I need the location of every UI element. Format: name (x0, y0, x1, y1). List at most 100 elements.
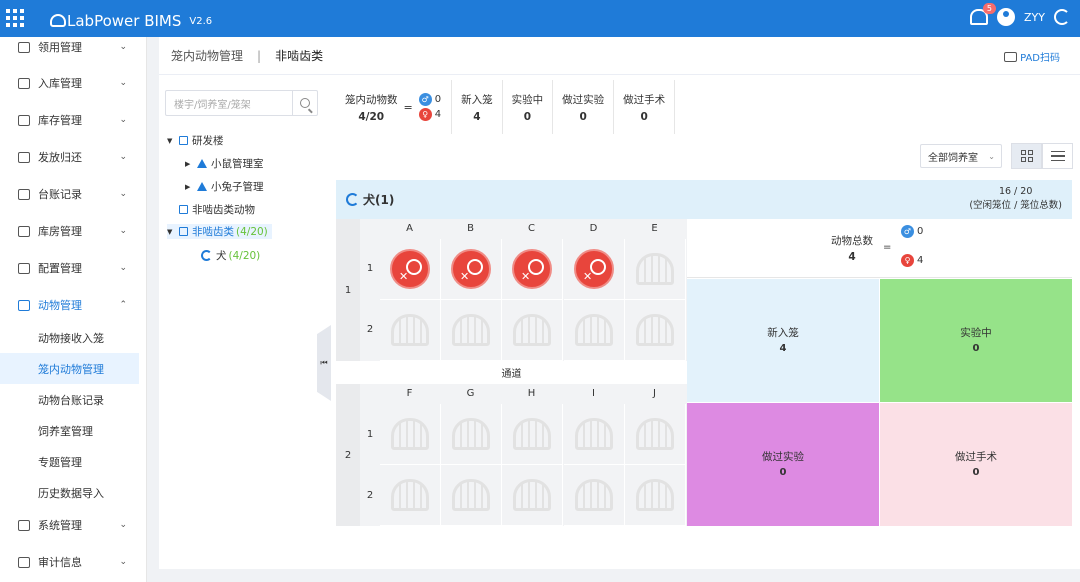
empty-cage-icon (452, 479, 490, 511)
cage-J1[interactable] (625, 404, 686, 465)
issue-icon (18, 151, 30, 163)
building-icon (179, 136, 188, 145)
tile-in-experiment[interactable]: 实验中 0 (880, 279, 1072, 402)
empty-cage-icon (513, 479, 551, 511)
tree-node-mouse-room[interactable]: ▶ 小鼠管理室 (185, 156, 264, 171)
search-icon (300, 98, 310, 108)
user-avatar-icon[interactable] (997, 8, 1016, 26)
col-label: D (589, 223, 598, 234)
tree-node-nonrodent-animal[interactable]: 非啮齿类动物 (179, 202, 255, 217)
apps-grid-icon[interactable] (6, 9, 24, 27)
tile-new[interactable]: 新入笼 4 (687, 279, 879, 402)
top-bar: LabPower BIMS V2.6 5 ZYY (0, 0, 1080, 37)
menu-ledger[interactable]: 台账记录 ⌄ (0, 176, 146, 212)
config-icon (18, 262, 30, 274)
rack-row-label: 1 (336, 219, 360, 361)
col-label: E (651, 223, 658, 234)
search-input[interactable]: 楼宇/饲养室/笼架 (166, 96, 292, 111)
user-name[interactable]: ZYY (1024, 11, 1045, 24)
caret-right-icon: ▶ (185, 159, 191, 168)
menu-warehouse[interactable]: 库房管理 ⌄ (0, 213, 146, 249)
col-label: I (592, 388, 595, 399)
female-animal-icon (574, 249, 614, 289)
tile-surgery[interactable]: 做过手术 0 (880, 403, 1072, 526)
chevron-down-icon: ⌄ (119, 557, 127, 567)
search-button[interactable] (292, 91, 317, 115)
collapse-panel-button[interactable]: ⏮ (317, 325, 331, 401)
empty-cage-icon (636, 253, 674, 285)
stat-new: 新入笼 4 (452, 80, 503, 134)
menu-requisition[interactable]: 领用管理 ⌄ (0, 37, 146, 65)
empty-cage-icon (575, 479, 613, 511)
submenu-animal-receive[interactable]: 动物接收入笼 (0, 322, 139, 353)
male-icon: ♂ (418, 93, 432, 106)
col-label: H (527, 388, 536, 399)
submenu-cage-animal[interactable]: 笼内动物管理 (0, 353, 139, 384)
room-select[interactable]: 全部饲养室 ⌄ (920, 144, 1002, 168)
rack-icon (179, 227, 188, 236)
grid-view-button[interactable] (1011, 143, 1042, 169)
building-icon (179, 205, 188, 214)
menu-inbound[interactable]: 入库管理 ⌄ (0, 65, 146, 101)
logout-icon[interactable] (1054, 9, 1070, 25)
cage-G2[interactable] (441, 465, 502, 526)
summary-gender: ♂ 0 ♀ 4 (901, 225, 923, 267)
cage-E2[interactable] (625, 300, 686, 361)
submenu-animal-ledger[interactable]: 动物台账记录 (0, 384, 139, 415)
tree-node-rabbit-room[interactable]: ▶ 小兔子管理 (185, 179, 264, 194)
message-icon[interactable]: 5 (970, 3, 997, 25)
empty-cage-icon (452, 314, 490, 346)
tree-node-building[interactable]: ▼ 研发楼 (167, 133, 224, 148)
dog-icon (346, 193, 359, 206)
submenu-history-import[interactable]: 历史数据导入 (0, 477, 139, 508)
cage-E1[interactable] (625, 239, 686, 300)
chevron-down-icon: ⌄ (119, 520, 127, 530)
warehouse-icon (18, 225, 30, 237)
cage-B1[interactable] (441, 239, 502, 300)
cage-D2[interactable] (564, 300, 625, 361)
submenu-feeding-room[interactable]: 饲养室管理 (0, 415, 139, 446)
ledger-icon (18, 188, 30, 200)
chevron-down-icon: ⌄ (988, 151, 995, 161)
list-view-button[interactable] (1042, 143, 1073, 169)
stat-surgery: 做过手术 0 (614, 80, 676, 134)
cage-row-label: 2 (366, 490, 374, 501)
menu-audit[interactable]: 审计信息 ⌄ (0, 544, 146, 580)
cage-H1[interactable] (502, 404, 563, 465)
cage-F2[interactable] (380, 465, 441, 526)
empty-cage-icon (452, 418, 490, 450)
tablet-icon (1004, 51, 1018, 62)
tree-node-nonrodent[interactable]: ▼ 非啮齿类 (4/20) (167, 224, 272, 239)
animal-icon (18, 299, 30, 311)
pad-scan-button[interactable]: PAD扫码 (1004, 49, 1060, 64)
tree-node-dog[interactable]: 犬 (4/20) (201, 248, 260, 263)
tile-experimented[interactable]: 做过实验 0 (687, 403, 879, 526)
cage-A2[interactable] (380, 300, 441, 361)
col-label: G (466, 388, 475, 399)
menu-animal[interactable]: 动物管理 ⌃ (0, 287, 146, 323)
menu-inventory[interactable]: 库存管理 ⌄ (0, 102, 146, 138)
collapse-left-icon: ⏮ (320, 358, 328, 367)
cage-J2[interactable] (625, 465, 686, 526)
caret-down-icon: ▼ (167, 136, 173, 145)
cage-C1[interactable] (502, 239, 563, 300)
cage-F1[interactable] (380, 404, 441, 465)
cage-I2[interactable] (564, 465, 625, 526)
empty-cage-icon (391, 314, 429, 346)
grid-view-icon (1020, 150, 1033, 162)
cage-C2[interactable] (502, 300, 563, 361)
cage-B2[interactable] (441, 300, 502, 361)
menu-issue-return[interactable]: 发放归还 ⌄ (0, 139, 146, 175)
cage-A1[interactable] (380, 239, 441, 300)
empty-cage-icon (513, 314, 551, 346)
page-title: 笼内动物管理 (171, 49, 244, 63)
cage-I1[interactable] (564, 404, 625, 465)
submenu-topic[interactable]: 专题管理 (0, 446, 139, 477)
cage-G1[interactable] (441, 404, 502, 465)
page-header: 笼内动物管理 | 非啮齿类 PAD扫码 (159, 37, 1080, 75)
view-toggle (1011, 143, 1073, 169)
menu-system[interactable]: 系统管理 ⌄ (0, 507, 146, 543)
cage-H2[interactable] (502, 465, 563, 526)
cage-D1[interactable] (564, 239, 625, 300)
menu-config[interactable]: 配置管理 ⌄ (0, 250, 146, 286)
